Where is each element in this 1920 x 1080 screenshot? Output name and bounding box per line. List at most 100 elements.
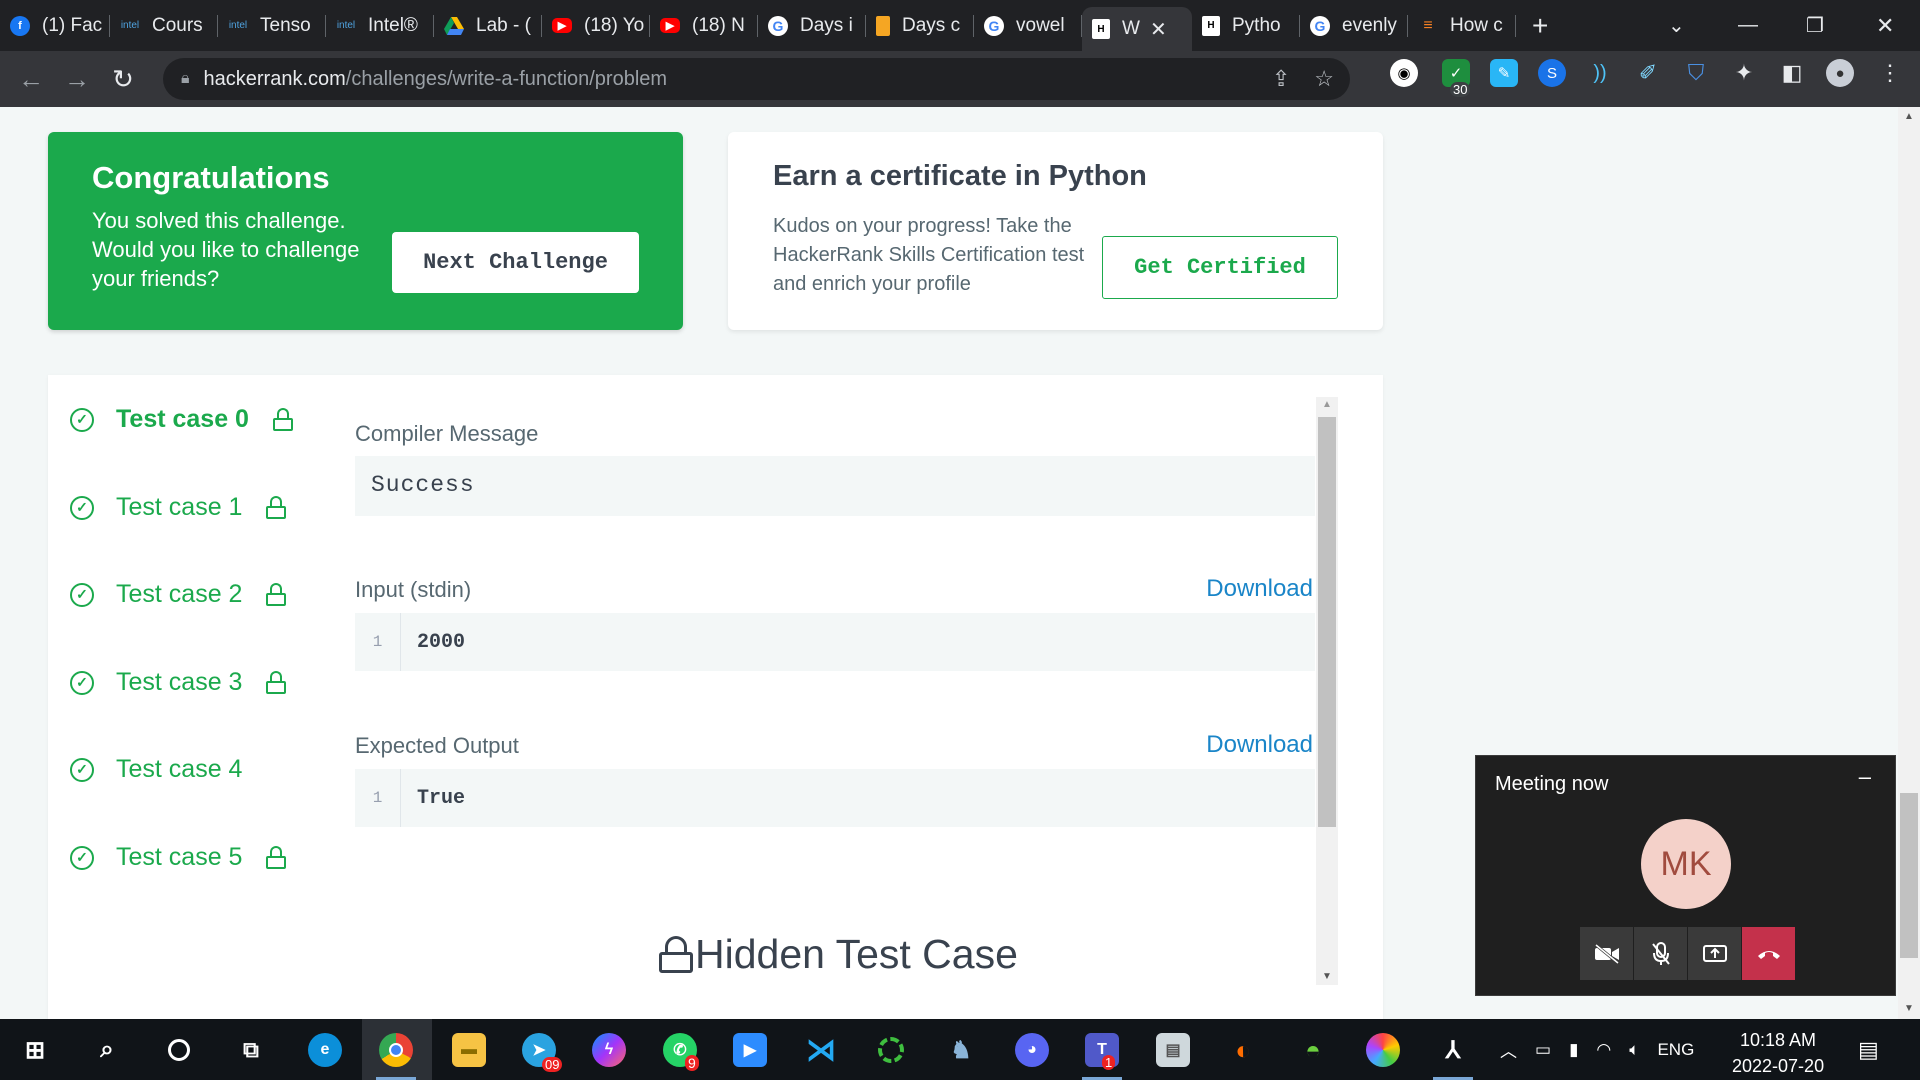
discord-icon[interactable]: ◕ xyxy=(1015,1033,1049,1067)
tab-youtube-1[interactable]: ▶ (18) Yo xyxy=(542,0,650,51)
url-text: hackerrank.com/challenges/write-a-functi… xyxy=(203,67,668,90)
shazam-icon[interactable]: S xyxy=(1538,59,1566,87)
edge-icon[interactable]: e xyxy=(308,1033,342,1067)
test-case-label: Test case 2 xyxy=(116,580,243,608)
tab-python[interactable]: H Pytho xyxy=(1192,0,1300,51)
minimize-icon[interactable]: — xyxy=(1738,0,1758,51)
highlighter-icon[interactable]: ✐ xyxy=(1634,59,1662,87)
acrobat-icon[interactable]: ⅄ xyxy=(1436,1033,1470,1067)
tab-facebook[interactable]: f (1) Fac xyxy=(0,0,110,51)
file-explorer-icon[interactable]: ▬ xyxy=(452,1033,486,1067)
task-view-icon[interactable]: ⧉ xyxy=(234,1033,268,1067)
test-case-tab-5[interactable]: ✓ Test case 5 xyxy=(70,843,287,872)
congrats-message: You solved this challenge. Would you lik… xyxy=(92,208,360,291)
monitor-app-icon[interactable]: ▤ xyxy=(1156,1033,1190,1067)
chrome-icon[interactable] xyxy=(379,1033,413,1067)
ccleaner-icon[interactable]: ◐ xyxy=(1226,1033,1260,1067)
cortana-icon[interactable] xyxy=(162,1033,196,1067)
language-indicator[interactable]: ENG xyxy=(1657,1040,1694,1060)
tab-vowel[interactable]: G vowel xyxy=(974,0,1082,51)
extension-pen-icon[interactable]: ✎ xyxy=(1490,59,1518,87)
input-label: Input (stdin) xyxy=(355,577,472,602)
tab-tensorflow[interactable]: intel Tenso xyxy=(218,0,326,51)
clock-time: 10:18 AM xyxy=(1740,1030,1817,1050)
tab-search-icon[interactable]: ⌄ xyxy=(1668,0,1685,51)
messenger-icon[interactable]: ϟ xyxy=(592,1033,626,1067)
page-scroll-down-icon[interactable]: ▼ xyxy=(1904,1003,1914,1014)
share-screen-icon[interactable] xyxy=(1688,927,1741,980)
tab-stackoverflow[interactable]: ≡ How c xyxy=(1408,0,1516,51)
zoom-icon[interactable]: ▶ xyxy=(733,1033,767,1067)
forward-icon[interactable]: → xyxy=(54,64,100,95)
profile-avatar[interactable]: ● xyxy=(1826,59,1854,87)
search-icon[interactable]: ⌕ xyxy=(90,1033,124,1067)
volume-icon[interactable]: 🔈︎ xyxy=(1629,1040,1639,1060)
bookmark-star-icon[interactable]: ☆ xyxy=(1314,66,1334,92)
idm-icon[interactable]: ◓ xyxy=(1296,1033,1330,1067)
test-case-tab-2[interactable]: ✓ Test case 2 xyxy=(70,580,287,609)
system-tray: ︿ ▭ ▮ ◠ 🔈︎ ENG xyxy=(1500,1019,1694,1080)
hackerrank-icon: H xyxy=(1092,19,1110,39)
extensions-puzzle-icon[interactable]: ✦ xyxy=(1730,59,1758,87)
postgresql-icon[interactable]: ♞ xyxy=(944,1033,978,1067)
tab-google-days[interactable]: G Days i xyxy=(758,0,866,51)
reload-icon[interactable]: ↻ xyxy=(100,64,146,95)
tab-courses[interactable]: intel Cours xyxy=(110,0,218,51)
test-case-tab-1[interactable]: ✓ Test case 1 xyxy=(70,493,287,522)
tab-days[interactable]: Days c xyxy=(866,0,974,51)
test-case-label: Test case 3 xyxy=(116,668,243,696)
close-tab-icon[interactable]: ✕ xyxy=(1150,17,1167,42)
check-circle-icon: ✓ xyxy=(70,757,94,782)
lock-icon xyxy=(266,845,287,870)
next-challenge-button[interactable]: Next Challenge xyxy=(392,232,639,293)
close-window-icon[interactable]: ✕ xyxy=(1876,0,1894,51)
share-icon[interactable]: ⇪ xyxy=(1272,66,1290,92)
back-icon[interactable]: ← xyxy=(8,64,54,95)
tab-label: Intel® xyxy=(368,14,418,36)
tab-label: Tenso xyxy=(260,14,311,36)
test-case-label: Test case 0 xyxy=(116,405,249,433)
page-scroll-up-icon[interactable]: ▲ xyxy=(1904,111,1914,122)
tab-youtube-2[interactable]: ▶ (18) N xyxy=(650,0,758,51)
new-tab-button[interactable]: + xyxy=(1532,10,1548,42)
restore-icon[interactable]: ❐ xyxy=(1806,0,1824,51)
test-case-tab-3[interactable]: ✓ Test case 3 xyxy=(70,668,287,697)
vpn-shield-icon[interactable]: ⛉ xyxy=(1682,59,1710,87)
microphone-icon[interactable]: ▮ xyxy=(1569,1040,1578,1060)
camera-off-icon[interactable] xyxy=(1580,927,1633,980)
side-panel-icon[interactable]: ◧ xyxy=(1778,59,1806,87)
notifications-icon[interactable]: ▤ xyxy=(1858,1019,1879,1080)
loader-app-icon[interactable] xyxy=(874,1033,908,1067)
scroll-up-arrow-icon[interactable]: ▲ xyxy=(1322,399,1332,410)
clock[interactable]: 10:18 AM 2022-07-20 xyxy=(1732,1027,1824,1079)
address-bar[interactable]: 🔒︎ hackerrank.com/challenges/write-a-fun… xyxy=(163,58,1350,100)
minimize-meeting-button[interactable]: – xyxy=(1859,764,1871,790)
mic-off-icon[interactable] xyxy=(1634,927,1687,980)
download-output-link[interactable]: Download xyxy=(1206,731,1313,759)
menu-kebab-icon[interactable]: ⋮ xyxy=(1876,59,1904,87)
results-scrollbar-thumb[interactable] xyxy=(1318,417,1336,827)
download-input-link[interactable]: Download xyxy=(1206,575,1313,603)
color-picker-icon[interactable] xyxy=(1366,1033,1400,1067)
tab-write-function[interactable]: H W ✕ xyxy=(1082,7,1192,51)
test-case-tab-4[interactable]: ✓ Test case 4 xyxy=(70,755,242,784)
get-certified-button[interactable]: Get Certified xyxy=(1102,236,1338,299)
read-aloud-icon[interactable]: )) xyxy=(1586,59,1614,87)
teams-meeting-popup[interactable]: Meeting now – MK xyxy=(1475,755,1896,996)
page-scrollbar-thumb[interactable] xyxy=(1900,793,1918,958)
facebook-icon: f xyxy=(10,15,30,36)
tab-intel[interactable]: intel Intel® xyxy=(326,0,434,51)
scroll-down-arrow-icon[interactable]: ▼ xyxy=(1322,971,1332,982)
test-case-tab-0[interactable]: ✓ Test case 0 xyxy=(70,405,293,434)
vscode-icon[interactable]: ⋊ xyxy=(804,1033,838,1067)
tab-lab[interactable]: Lab - ( xyxy=(434,0,542,51)
tab-label: Pytho xyxy=(1232,14,1281,36)
end-call-icon[interactable] xyxy=(1742,927,1795,980)
windows-start-icon[interactable]: ⊞ xyxy=(18,1033,52,1067)
tab-evenly[interactable]: G evenly xyxy=(1300,0,1408,51)
extension-glasses-icon[interactable]: ◉ xyxy=(1390,59,1418,87)
battery-icon[interactable]: ▭ xyxy=(1535,1040,1551,1060)
chevron-up-icon[interactable]: ︿ xyxy=(1500,1037,1517,1062)
wifi-icon[interactable]: ◠ xyxy=(1596,1040,1611,1060)
tab-label: (18) Yo xyxy=(584,14,645,36)
